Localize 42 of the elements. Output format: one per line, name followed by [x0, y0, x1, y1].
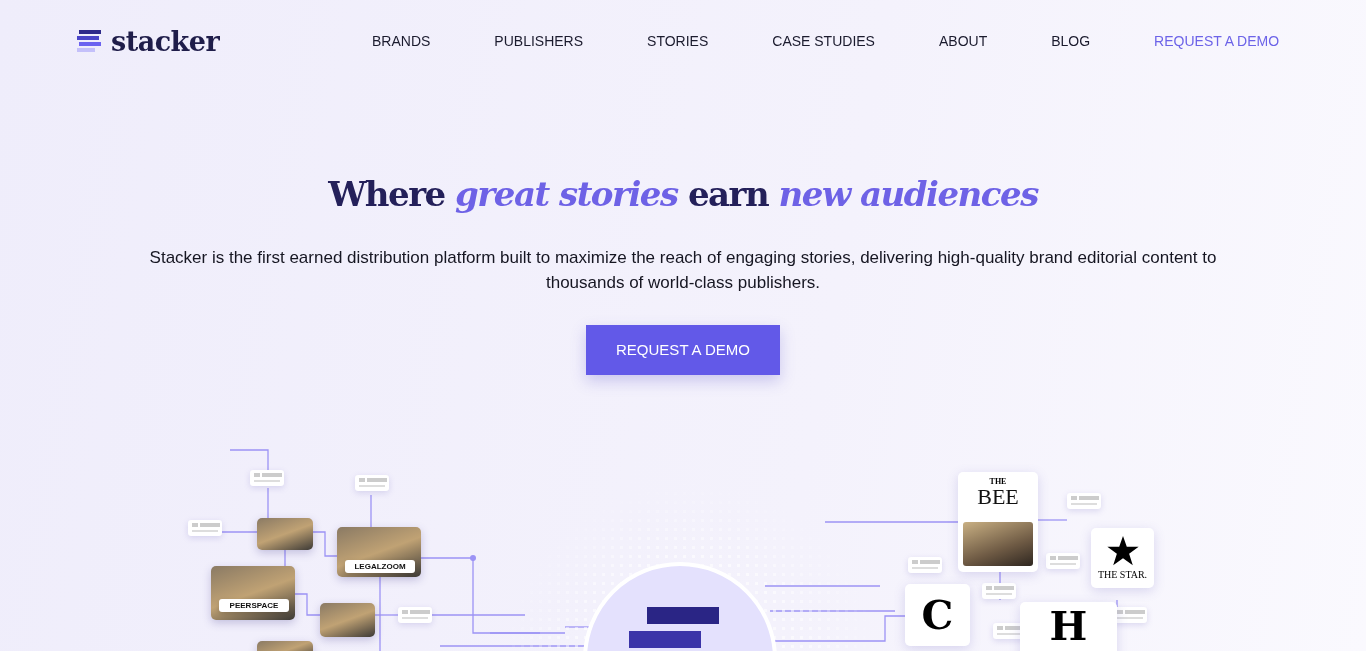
hero-heading: Where great stories earn new audiences [328, 174, 1038, 215]
connector-line [312, 531, 338, 557]
publisher-logo-text: H [1049, 606, 1088, 646]
article-card-icon [250, 470, 284, 486]
nav-link[interactable]: REQUEST A DEMO [1154, 33, 1280, 49]
connector-line [219, 531, 258, 533]
publisher-logo-text: C [921, 595, 954, 635]
hub-bar-icon [629, 631, 701, 648]
article-card-icon [982, 583, 1016, 599]
nav-link[interactable]: ABOUT [938, 33, 988, 49]
hero-description: Stacker is the first earned distribution platform built to maximize the reach of engaging stories, delivering high-quality brand editorial content to thousands of world-class publishers. [148, 246, 1218, 294]
article-card-icon [188, 520, 222, 536]
publisher-logo-text: BEE [977, 486, 1019, 508]
article-card-icon [908, 557, 942, 573]
connector-line [1037, 519, 1068, 521]
nav-link[interactable]: STORIES [647, 33, 709, 49]
article-card-icon [1067, 493, 1101, 509]
article-card-icon [355, 475, 389, 491]
hub-bar-icon [647, 607, 719, 624]
photo-placeholder [320, 603, 375, 637]
connector-line [370, 494, 372, 528]
connector-line [267, 487, 269, 519]
article-card-icon [1046, 553, 1080, 569]
publisher-logo-text: THE STAR. [1097, 569, 1148, 580]
request-demo-button[interactable]: REQUEST A DEMO [586, 324, 780, 375]
nav-link[interactable]: PUBLISHERS [494, 33, 584, 49]
nav-link[interactable]: BRANDS [372, 33, 431, 49]
publisher-logo-text: THE [989, 478, 1007, 486]
nav-link[interactable]: CASE STUDIES [772, 33, 875, 49]
brand-label: PEERSPACE [219, 599, 289, 612]
logo-icon [77, 30, 101, 52]
connector-dot [470, 555, 476, 561]
connector-line [284, 549, 286, 567]
connector-line [229, 449, 269, 471]
article-card-icon [398, 607, 432, 623]
nav-link[interactable]: BLOG [1051, 33, 1091, 49]
brand-label: LEGALZOOM [345, 560, 415, 573]
logo-text[interactable]: stacker [111, 27, 220, 55]
star-icon [1106, 536, 1139, 566]
connector-line [294, 593, 321, 616]
photo-placeholder [257, 518, 313, 550]
photo-placeholder [963, 522, 1033, 566]
